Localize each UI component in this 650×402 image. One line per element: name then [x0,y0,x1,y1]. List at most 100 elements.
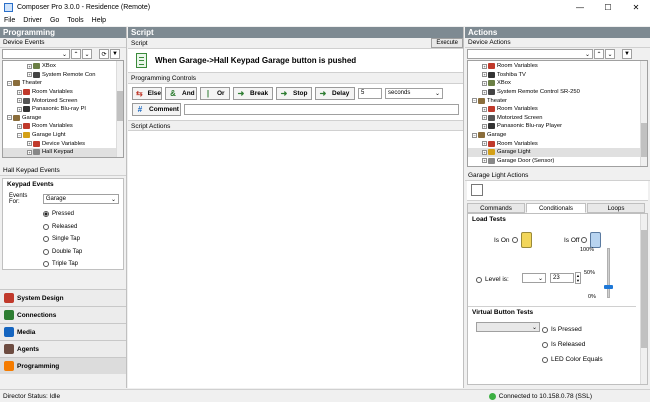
maximize-button[interactable]: ☐ [594,0,622,15]
actions-filter-combo[interactable]: ⌄ [467,49,593,59]
expand-toggle-icon[interactable]: + [27,141,32,147]
expand-toggle-icon[interactable]: + [482,63,487,69]
tree-item[interactable]: + XBox [468,79,640,88]
expand-toggle-icon[interactable]: + [482,141,487,147]
scroll-thumb[interactable] [117,91,123,121]
nav-button[interactable]: Connections [0,306,126,323]
tree-item[interactable]: + Room Variables [468,62,640,71]
up-arrow-button[interactable]: ⌃ [71,49,81,59]
is-off-option[interactable]: Is Off [564,232,602,248]
radio-button[interactable] [43,248,49,255]
actions-tree-scrollbar[interactable] [640,61,647,166]
down-arrow-button[interactable]: ⌄ [605,49,615,59]
control-button[interactable]: ➜ Delay [315,86,355,100]
expand-toggle-icon[interactable]: + [27,149,32,155]
tree-item[interactable]: − Theater [468,96,640,105]
control-button[interactable]: & And [165,86,197,100]
is-on-option[interactable]: Is On [494,232,532,248]
event-option[interactable]: Triple Tap [43,258,123,271]
expand-toggle-icon[interactable]: + [482,123,487,129]
tree-item[interactable]: + Motorized Screen [3,96,116,105]
scroll-thumb[interactable] [641,123,647,157]
refresh-button[interactable]: ⟳ [99,49,109,59]
tree-item[interactable]: + System Remote Control SR-250 [468,88,640,97]
nav-button[interactable]: Agents [0,340,126,357]
tree-item[interactable]: + Room Variables [468,105,640,114]
comment-input[interactable] [184,104,459,115]
menu-driver[interactable]: Driver [19,17,46,24]
down-arrow-button[interactable]: ⌄ [82,49,92,59]
close-button[interactable]: ✕ [622,0,650,15]
device-filter-combo[interactable]: ⌄ [2,49,70,59]
tree-item[interactable]: + System Remote Con [3,71,116,80]
level-operator-select[interactable]: ⌄ [522,273,546,283]
virtual-button-select[interactable]: ⌄ [476,322,540,332]
expand-toggle-icon[interactable]: − [7,80,12,86]
expand-toggle-icon[interactable]: + [17,98,22,104]
tree-item[interactable]: + Room Variables [468,139,640,148]
execute-button[interactable]: Execute [431,38,463,48]
filter-button[interactable]: ▼ [110,49,120,59]
expand-toggle-icon[interactable]: + [482,106,487,112]
script-actions-area[interactable] [128,131,463,376]
event-option[interactable]: Released [43,221,123,234]
tree-item[interactable]: − Garage [468,131,640,140]
delay-value-input[interactable]: 5 [358,87,382,99]
menu-file[interactable]: File [0,17,19,24]
event-option[interactable]: Pressed [43,208,123,221]
virtual-button-option[interactable]: LED Color Equals [542,352,603,367]
expand-toggle-icon[interactable]: − [472,132,477,138]
tree-item[interactable]: − Theater [3,79,116,88]
expand-toggle-icon[interactable]: + [482,72,487,78]
menu-tools[interactable]: Tools [63,17,87,24]
level-is-option[interactable]: Level is: [476,276,509,283]
expand-toggle-icon[interactable]: + [482,80,487,86]
control-button[interactable]: ⇆ Else [132,86,162,100]
tree-item[interactable]: − Garage [3,114,116,123]
tree-item[interactable]: + Hall Keypad [3,147,116,157]
tree-item[interactable]: + Motorized Screen [468,114,640,123]
radio-button[interactable] [43,236,49,243]
level-slider-thumb[interactable] [604,284,613,289]
expand-toggle-icon[interactable]: + [27,63,32,69]
event-option[interactable]: Single Tap [43,233,123,246]
nav-button[interactable]: Programming [0,357,126,374]
comment-button[interactable]: # Comment [132,103,181,116]
conditionals-scrollbar[interactable] [640,214,647,384]
expand-toggle-icon[interactable]: + [17,123,22,129]
tree-item[interactable]: + Room Variables [3,88,116,97]
expand-toggle-icon[interactable]: + [17,89,22,95]
virtual-button-option[interactable]: Is Pressed [542,322,603,337]
is-on-radio[interactable] [511,237,518,243]
device-tree-scrollbar[interactable] [116,61,123,157]
tab-conditionals[interactable]: Conditionals [526,203,586,213]
filter-button[interactable]: ▼ [622,49,632,59]
control-button[interactable]: | Or [200,86,230,100]
tree-item[interactable]: + Panasonic Blu-ray Player [468,122,640,131]
minimize-button[interactable]: — [566,0,594,15]
tree-item[interactable]: + Room Variables [3,122,116,131]
tree-item[interactable]: + Garage Door (Sensor) [468,157,640,166]
expand-toggle-icon[interactable]: − [17,132,22,138]
up-arrow-button[interactable]: ⌃ [594,49,604,59]
level-is-radio[interactable] [476,276,482,283]
radio-button[interactable] [43,211,49,218]
expand-toggle-icon[interactable]: + [17,106,22,112]
expand-toggle-icon[interactable]: − [7,115,12,121]
tree-item[interactable]: + Panasonic Blu-ray Pl [3,105,116,114]
expand-toggle-icon[interactable]: − [472,98,477,104]
events-for-select[interactable]: Garage ⌄ [42,194,119,204]
delay-unit-select[interactable]: seconds ⌄ [385,87,443,99]
tree-item[interactable]: − Garage Light [3,131,116,140]
nav-button[interactable]: System Design [0,289,126,306]
expand-toggle-icon[interactable]: + [482,89,487,95]
radio-button[interactable] [542,326,548,333]
radio-button[interactable] [43,223,49,230]
tab-loops[interactable]: Loops [587,203,645,213]
tree-item[interactable]: + Toshiba TV [468,71,640,80]
menu-go[interactable]: Go [46,17,63,24]
event-option[interactable]: Double Tap [43,246,123,259]
radio-button[interactable] [43,261,49,268]
level-spinner[interactable]: ▲ ▼ [575,272,581,284]
scroll-thumb[interactable] [641,230,647,348]
